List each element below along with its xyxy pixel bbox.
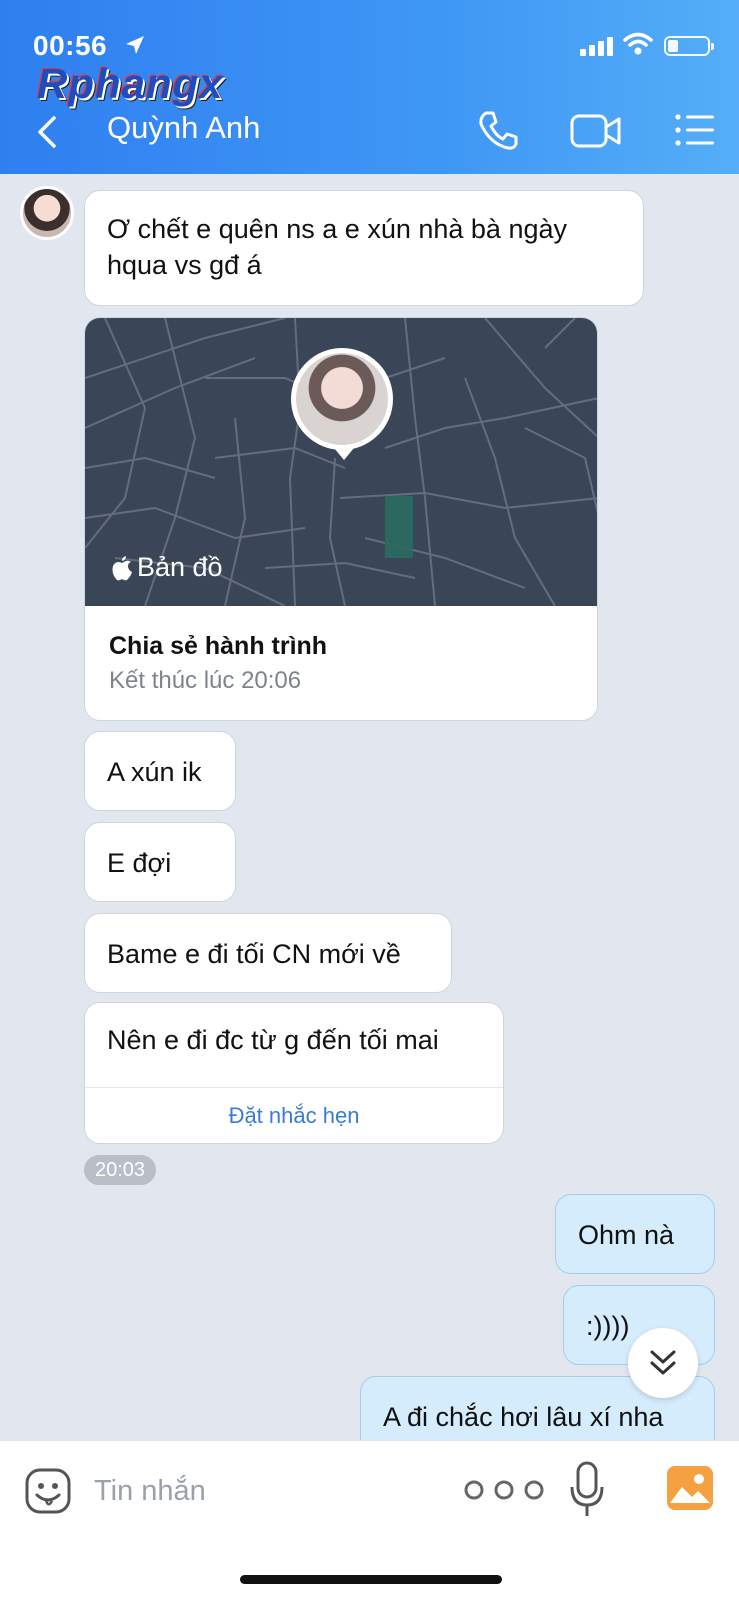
message-input[interactable]	[94, 1469, 434, 1513]
apple-logo-icon	[112, 555, 132, 580]
message-text: E đợi	[107, 848, 172, 878]
message-received[interactable]: E đợi	[84, 822, 236, 902]
journey-share-card[interactable]: Bản đồ Chia sẻ hành trình Kết thúc lúc 2…	[84, 317, 598, 721]
set-reminder-button[interactable]: Đặt nhắc hẹn	[85, 1088, 503, 1144]
message-text: Nên e đi đc từ g đến tối mai	[107, 1025, 439, 1055]
message-text: Bame e đi tối CN mới về	[107, 939, 401, 969]
message-received[interactable]: Ơ chết e quên ns a e xún nhà bà ngày hqu…	[84, 190, 644, 306]
location-arrow-icon	[126, 36, 144, 54]
map-brand-label: Bản đồ	[137, 552, 223, 582]
message-received[interactable]: A xún ik	[84, 731, 236, 811]
status-time: 00:56	[33, 30, 108, 61]
message-text: A đi chắc hơi lâu xí nha	[383, 1402, 664, 1432]
microphone-icon[interactable]	[570, 1461, 604, 1519]
wifi-icon	[623, 32, 653, 55]
back-button[interactable]	[28, 110, 68, 154]
contact-name[interactable]: Quỳnh Anh	[107, 110, 260, 146]
phone-icon[interactable]	[476, 108, 520, 152]
double-chevron-down-icon	[650, 1350, 676, 1375]
sticker-icon[interactable]	[24, 1467, 72, 1515]
home-indicator[interactable]	[240, 1575, 502, 1584]
map-brand: Bản đồ	[111, 552, 223, 583]
contact-avatar[interactable]	[20, 186, 74, 240]
message-text: Ơ chết e quên ns a e xún nhà bà ngày hqu…	[107, 214, 567, 280]
watermark-logo: Rphangx	[37, 60, 224, 107]
list-menu-icon[interactable]	[674, 112, 716, 148]
message-text: A xún ik	[107, 757, 202, 787]
message-received-with-reminder[interactable]: Nên e đi đc từ g đến tối mai Đặt nhắc hẹ…	[84, 1002, 504, 1144]
image-icon[interactable]	[666, 1465, 714, 1511]
more-dots-icon[interactable]	[462, 1477, 546, 1503]
signal-icon	[580, 37, 613, 56]
scroll-to-bottom-button[interactable]	[628, 1328, 698, 1398]
contact-location-pin	[291, 348, 393, 450]
video-camera-icon[interactable]	[570, 112, 622, 150]
message-received[interactable]: Bame e đi tối CN mới về	[84, 913, 452, 993]
journey-end-time: Kết thúc lúc 20:06	[109, 667, 302, 694]
message-sent[interactable]: Ohm nà	[555, 1194, 715, 1274]
time-badge: 20:03	[84, 1155, 156, 1185]
message-text: Ohm nà	[578, 1220, 675, 1250]
message-text: :))))	[586, 1311, 630, 1341]
journey-title: Chia sẻ hành trình	[109, 632, 328, 660]
chat-header: 00:56 Rphangx Quỳnh Anh	[0, 0, 739, 174]
battery-icon	[664, 36, 714, 56]
